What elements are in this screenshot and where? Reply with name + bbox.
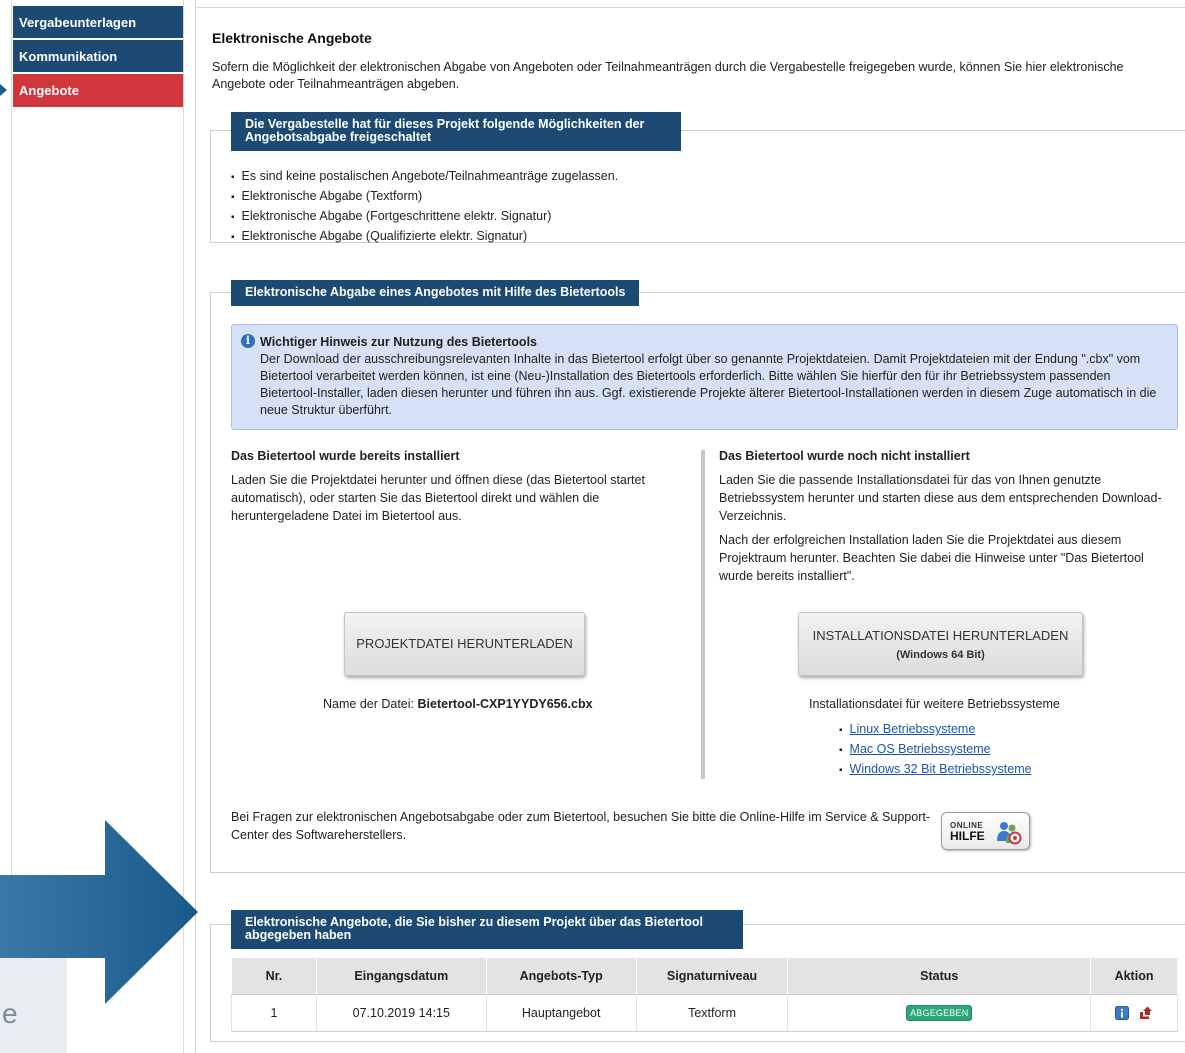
column-header-type: Angebots-Typ (485, 957, 637, 995)
list-item: Windows 32 Bit Betriebssysteme (839, 760, 1032, 780)
bietertool-fieldset: Elektronische Abgabe eines Angebotes mit… (210, 280, 1185, 873)
filename-value: Bietertool-CXP1YYDY656.cbx (417, 697, 593, 711)
macos-link[interactable]: Mac OS Betriebssysteme (850, 742, 991, 756)
submitted-fieldset: Elektronische Angebote, die Sie bisher z… (210, 910, 1185, 1042)
options-list: Es sind keine postalischen Angebote/Teil… (231, 167, 619, 247)
other-os-links: Linux Betriebssysteme Mac OS Betriebssys… (839, 720, 1032, 780)
cell-date: 07.10.2019 14:15 (315, 994, 487, 1032)
installed-text: Laden Sie die Projektdatei herunter und … (231, 473, 645, 523)
filename-label: Name der Datei: (323, 697, 415, 711)
submitted-legend: Elektronische Angebote, die Sie bisher z… (231, 910, 743, 949)
options-legend: Die Vergabestelle hat für dieses Projekt… (231, 112, 681, 151)
column-divider (701, 450, 705, 779)
list-item: Mac OS Betriebssysteme (839, 740, 1032, 760)
list-item: Es sind keine postalischen Angebote/Teil… (231, 167, 619, 187)
not-installed-text2: Nach der erfolgreichen Installation lade… (719, 533, 1144, 583)
overlay-lower-text: e (2, 998, 18, 1029)
cell-signature: Textform (635, 994, 789, 1032)
column-header-date: Eingangsdatum (315, 957, 487, 995)
online-help-button[interactable]: ONLINE HILFE (941, 812, 1030, 850)
page-title: Elektronische Angebote (212, 30, 372, 46)
list-item: Elektronische Abgabe (Textform) (231, 187, 618, 207)
overlay-lower-box: e (0, 958, 67, 1053)
list-item: Elektronische Abgabe (Fortgeschrittene e… (231, 207, 618, 227)
main-content: Elektronische Angebote Sofern die Möglic… (197, 0, 1185, 1053)
download-project-button[interactable]: PROJEKTDATEI HERUNTERLADEN (344, 612, 585, 676)
cell-status: ABGEGEBEN (787, 994, 1092, 1032)
status-badge: ABGEGEBEN (906, 1005, 973, 1021)
linux-link[interactable]: Linux Betriebssysteme (850, 722, 976, 736)
column-header-signature: Signaturniveau (635, 957, 789, 995)
windows32-link[interactable]: Windows 32 Bit Betriebssysteme (850, 762, 1032, 776)
table-row: 1 07.10.2019 14:15 Hauptangebot Textform… (231, 994, 1178, 1032)
info-notice: i Wichtiger Hinweis zur Nutzung des Biet… (231, 324, 1178, 430)
column-header-nr: Nr. (231, 957, 317, 995)
offers-table: Nr. Eingangsdatum Angebots-Typ Signaturn… (231, 957, 1178, 1032)
help-button-line2: HILFE (950, 829, 985, 843)
download-installer-sublabel: (Windows 64 Bit) (896, 649, 985, 661)
filename-row: Name der Datei: Bietertool-CXP1YYDY656.c… (323, 697, 593, 711)
cell-nr: 1 (231, 994, 317, 1032)
details-info-icon[interactable] (1115, 1006, 1130, 1021)
sidebar-item-kommunikation[interactable]: Kommunikation (13, 40, 183, 73)
column-header-action: Aktion (1090, 957, 1178, 995)
column-header-status: Status (787, 957, 1092, 995)
installed-title: Das Bietertool wurde bereits installiert (231, 449, 460, 463)
download-installer-label: INSTALLATIONSDATEI HERUNTERLADEN (812, 628, 1069, 643)
info-text: Der Download der ausschreibungsrelevante… (260, 352, 1157, 417)
top-divider (197, 7, 1185, 8)
download-project-label: PROJEKTDATEI HERUNTERLADEN (356, 636, 573, 651)
cell-type: Hauptangebot (485, 994, 637, 1032)
other-os-label: Installationsdatei für weitere Betriebss… (809, 697, 1060, 711)
options-fieldset: Die Vergabestelle hat für dieses Projekt… (210, 112, 1185, 243)
bietertool-legend: Elektronische Abgabe eines Angebotes mit… (231, 280, 640, 306)
support-people-icon (997, 822, 1022, 845)
not-installed-text1: Laden Sie die passende Installationsdate… (719, 473, 1162, 523)
sidebar-item-vergabeunterlagen[interactable]: Vergabeunterlagen (13, 6, 183, 39)
sidebar-item-angebote[interactable]: Angebote (13, 74, 183, 107)
info-title: Wichtiger Hinweis zur Nutzung des Bieter… (260, 335, 537, 349)
table-header-row: Nr. Eingangsdatum Angebots-Typ Signaturn… (231, 957, 1178, 995)
info-icon: i (241, 334, 255, 348)
cell-action (1090, 994, 1178, 1032)
list-item: Linux Betriebssysteme (839, 720, 1032, 740)
list-item: Elektronische Abgabe (Qualifizierte elek… (231, 227, 618, 247)
intro-text: Sofern die Möglichkeit der elektronische… (212, 60, 1124, 91)
active-marker-icon (0, 84, 7, 96)
withdraw-arrow-icon[interactable] (1139, 1006, 1153, 1020)
not-installed-title: Das Bietertool wurde noch nicht installi… (719, 449, 970, 463)
download-installer-button[interactable]: INSTALLATIONSDATEI HERUNTERLADEN (Window… (798, 612, 1083, 676)
help-text: Bei Fragen zur elektronischen Angebotsab… (231, 810, 930, 842)
